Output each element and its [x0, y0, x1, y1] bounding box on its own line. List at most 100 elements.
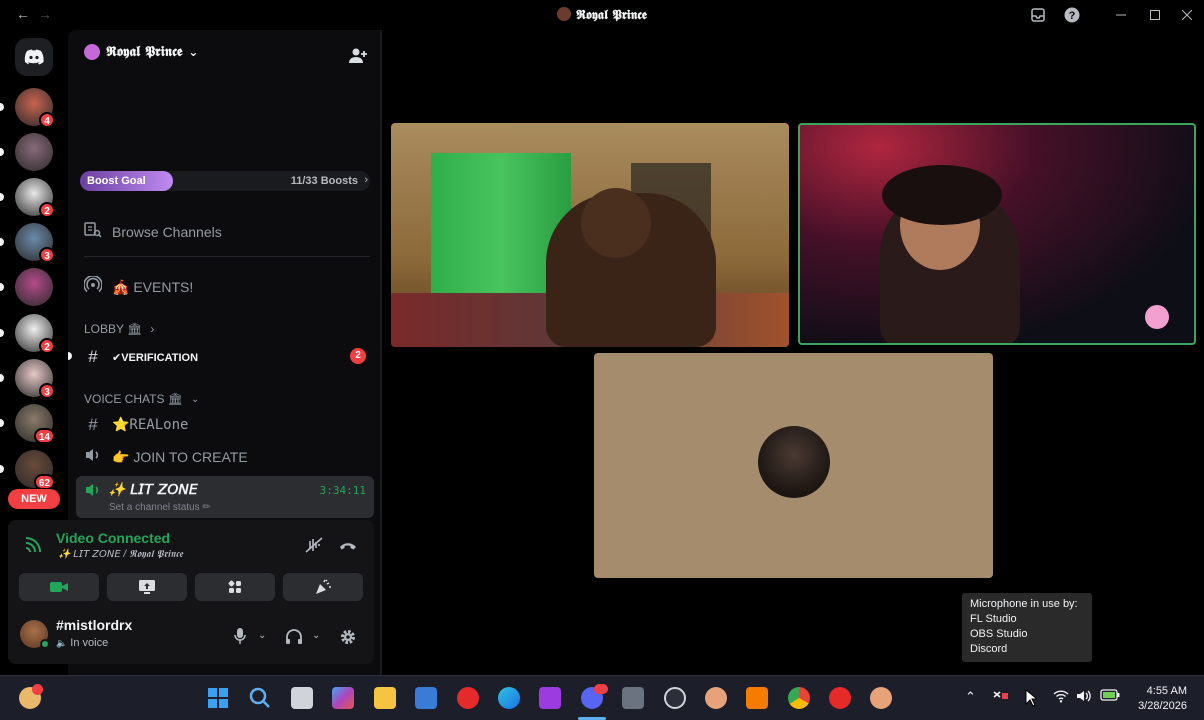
- server-mention-badge: 4: [39, 112, 55, 128]
- category-voice-chats[interactable]: VOICE CHATS 🏛 ⌄: [84, 392, 199, 406]
- channel-status-placeholder[interactable]: Set a channel status ✏: [109, 502, 211, 513]
- server-unread-pip: [0, 283, 4, 291]
- participant-avatar: [758, 426, 830, 498]
- server-icon[interactable]: 3: [15, 359, 55, 399]
- channel-join-to-create-label: 👉 JOIN TO CREATE: [112, 448, 248, 465]
- sidebar-divider: [84, 256, 370, 257]
- camera-button[interactable]: [19, 573, 99, 601]
- noise-suppression-icon[interactable]: [305, 537, 323, 558]
- search-icon[interactable]: [249, 687, 271, 709]
- soundboard-button[interactable]: [283, 573, 363, 601]
- opera-gx-icon[interactable]: [829, 687, 851, 709]
- invite-user-icon[interactable]: [348, 46, 368, 66]
- server-name: 𝕽𝖔𝖞𝖆𝖑 𝕻𝖗𝖎𝖓𝖈𝖊: [106, 44, 183, 60]
- hair: [882, 165, 1002, 225]
- username[interactable]: #mistlordrx: [56, 617, 132, 633]
- channel-join-to-create[interactable]: 👉 JOIN TO CREATE: [76, 442, 374, 472]
- edge-icon[interactable]: [498, 687, 520, 709]
- tray-app-icon[interactable]: [993, 689, 1009, 706]
- server-icon[interactable]: 2: [15, 314, 55, 354]
- voice-connection-panel: Video Connected ✨ 𝘓𝘐𝘛 𝘡𝘖𝘕𝘌 / 𝕽𝖔𝖞𝖆𝖑 𝕻𝖗𝖎𝖓𝖈…: [8, 520, 374, 608]
- server-name-header[interactable]: 𝕽𝖔𝖞𝖆𝖑 𝕻𝖗𝖎𝖓𝖈𝖊 ⌄: [84, 44, 198, 60]
- tooltip-line: OBS Studio: [970, 628, 1028, 640]
- chevron-down-icon[interactable]: ⌄: [312, 630, 320, 641]
- wifi-icon[interactable]: [1053, 689, 1069, 706]
- server-mention-badge: 3: [39, 383, 55, 399]
- battery-icon[interactable]: [1100, 689, 1120, 704]
- category-lobby-label: LOBBY 🏛: [84, 322, 143, 336]
- tooltip-line: FL Studio: [970, 613, 1017, 625]
- mention-badge: 2: [350, 348, 366, 364]
- video-tile-participant-1[interactable]: [391, 123, 789, 347]
- head: [581, 188, 651, 258]
- app-icon[interactable]: [705, 687, 727, 709]
- obs-icon[interactable]: [664, 687, 686, 709]
- server-icon[interactable]: 62: [15, 450, 55, 490]
- server-icon[interactable]: 14: [15, 404, 55, 444]
- copilot-icon[interactable]: [332, 687, 354, 709]
- browse-channels-label: Browse Channels: [112, 224, 222, 240]
- server-icon[interactable]: 4: [15, 88, 55, 128]
- chrome-icon[interactable]: [788, 687, 810, 709]
- channel-events[interactable]: 🎪 EVENTS!: [76, 272, 374, 302]
- inbox-icon[interactable]: [1027, 5, 1049, 25]
- fl-studio-icon[interactable]: [746, 687, 768, 709]
- user-status: 🔈 In voice: [56, 637, 108, 649]
- camera-app-icon[interactable]: [622, 687, 644, 709]
- microphone-icon[interactable]: [234, 627, 246, 650]
- channel-verification[interactable]: # ✔VERIFICATION: [76, 342, 374, 372]
- server-icon[interactable]: 2: [15, 178, 55, 218]
- channel-lit-zone[interactable]: ✨ 𝘓𝘐𝘛 𝘡𝘖𝘕𝘌 Set a channel status ✏ 3:34:1…: [76, 476, 374, 518]
- connection-signal-icon[interactable]: [24, 536, 42, 559]
- chevron-down-icon[interactable]: ⌄: [258, 630, 266, 641]
- video-tile-participant-3[interactable]: [594, 353, 993, 578]
- gear-icon[interactable]: [339, 628, 357, 651]
- task-view-icon[interactable]: [291, 687, 313, 709]
- user-panel: #mistlordrx 🔈 In voice ⌄ ⌄: [8, 608, 374, 664]
- chevron-up-icon[interactable]: ⌃: [965, 689, 976, 705]
- volume-icon[interactable]: [1076, 689, 1092, 706]
- channel-realone-label: ⭐REALone: [112, 417, 189, 433]
- browse-channels[interactable]: Browse Channels: [76, 217, 374, 247]
- system-clock[interactable]: 4:55 AM 3/28/2026: [1138, 684, 1187, 714]
- tooltip-line: Discord: [970, 643, 1008, 655]
- microphone-usage-tooltip: Microphone in use by: FL Studio OBS Stud…: [962, 593, 1092, 662]
- category-lobby[interactable]: LOBBY 🏛 ›: [84, 322, 154, 336]
- new-servers-pill[interactable]: NEW: [8, 489, 60, 509]
- server-icon[interactable]: [15, 268, 53, 306]
- video-connected-label[interactable]: Video Connected: [56, 530, 170, 546]
- channel-realone[interactable]: # ⭐REALone: [76, 410, 374, 440]
- channel-lit-zone-label: ✨ 𝘓𝘐𝘛 𝘡𝘖𝘕𝘌: [108, 482, 198, 498]
- minimize-button[interactable]: [1110, 5, 1132, 25]
- clipchamp-icon[interactable]: [539, 687, 561, 709]
- headphones-icon[interactable]: [285, 629, 303, 650]
- screen-share-button[interactable]: [107, 573, 187, 601]
- windows-taskbar: ⌃ 4:55 AM 3/28/2026: [0, 675, 1204, 720]
- close-button[interactable]: [1176, 5, 1198, 25]
- file-explorer-icon[interactable]: [374, 687, 396, 709]
- disconnect-icon[interactable]: [339, 539, 357, 557]
- cursor-icon: [1025, 688, 1039, 710]
- start-menu-icon[interactable]: [207, 687, 229, 709]
- server-unread-pip: [0, 148, 4, 156]
- server-icon[interactable]: 3: [15, 223, 55, 263]
- help-icon[interactable]: ?: [1061, 5, 1083, 25]
- activities-button[interactable]: [195, 573, 275, 601]
- maximize-button[interactable]: [1144, 5, 1166, 25]
- chevron-right-icon: ›: [150, 322, 155, 336]
- user-status-text: In voice: [70, 637, 109, 649]
- app-icon[interactable]: [870, 687, 892, 709]
- browse-channels-icon: [82, 221, 104, 243]
- boost-goal-bar[interactable]: Boost Goal 11/33 Boosts ›: [80, 171, 370, 191]
- server-icon[interactable]: [15, 133, 53, 171]
- discord-home-icon[interactable]: [15, 38, 53, 76]
- title-bar: ← → 𝕽𝖔𝖞𝖆𝖑 𝕻𝖗𝖎𝖓𝖈𝖊 ?: [0, 0, 1204, 30]
- weather-badge: [32, 684, 43, 695]
- opera-icon[interactable]: [457, 687, 479, 709]
- server-mention-badge: 3: [39, 247, 55, 263]
- server-unread-pip: [0, 103, 4, 111]
- mail-icon[interactable]: [415, 687, 437, 709]
- svg-text:?: ?: [1069, 10, 1076, 22]
- video-tile-participant-2[interactable]: [798, 123, 1196, 345]
- server-unread-pip: [0, 465, 4, 473]
